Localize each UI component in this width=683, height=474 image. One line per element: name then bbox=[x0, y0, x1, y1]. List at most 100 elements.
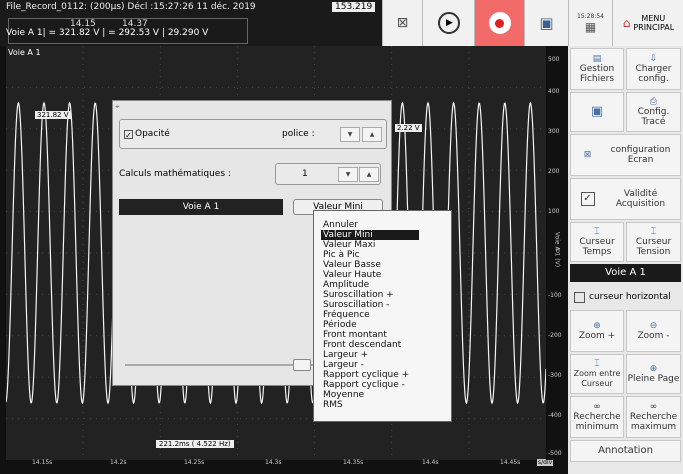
recherche-maximum-button[interactable]: ∞ Recherche maximum bbox=[626, 396, 681, 438]
record-title: File_Record_0112: (200µs) Décl :15:27:26… bbox=[6, 2, 256, 12]
menu-item[interactable]: Annuler bbox=[314, 220, 451, 230]
validite-label: Validité Acquisition bbox=[615, 189, 666, 209]
voie-selector[interactable]: Voie A 1 bbox=[570, 264, 681, 282]
config-trace-button[interactable]: ⎙ Config. Tracé bbox=[626, 92, 681, 132]
menu-item[interactable]: Valeur Basse bbox=[314, 260, 451, 270]
time-cursor-icon: ⌶ bbox=[594, 227, 600, 237]
curseur-temps-button[interactable]: ⌶ Curseur Temps bbox=[570, 222, 624, 262]
curseur-horizontal-label: curseur horizontal bbox=[589, 292, 671, 302]
y-tick: 300 bbox=[548, 128, 560, 135]
screen-icon: ⊠ bbox=[583, 150, 592, 160]
validite-acquisition-button[interactable]: ✓ Validité Acquisition bbox=[570, 178, 681, 220]
record-icon bbox=[488, 12, 511, 34]
pleine-page-button[interactable]: ⊕ Pleine Page bbox=[626, 354, 681, 394]
binoculars-icon: ∞ bbox=[593, 402, 601, 412]
zoom-entre-label: Zoom entre Curseur bbox=[573, 369, 621, 388]
calculator-icon: ▦ bbox=[584, 19, 597, 34]
x-tick: 14.25s bbox=[184, 459, 205, 466]
channel-label: Voie A 1 bbox=[8, 48, 41, 57]
menu-item[interactable]: Valeur Mini bbox=[321, 230, 419, 240]
export-button[interactable]: ⊠ bbox=[382, 0, 422, 46]
menu-item[interactable]: Valeur Maxi bbox=[314, 240, 451, 250]
play-button[interactable]: ▶ bbox=[422, 0, 474, 46]
zoom-plus-button[interactable]: ⊕ Zoom + bbox=[570, 310, 624, 352]
sidebar: ▤ Gestion Fichiers ⇩ Charger config. ▣ ⎙ Co… bbox=[568, 46, 683, 474]
voie-field[interactable]: Voie A 1 bbox=[119, 199, 283, 215]
record-button[interactable] bbox=[474, 0, 524, 46]
menu-item[interactable]: Largeur - bbox=[314, 360, 451, 370]
x-tick: 14.3s bbox=[265, 459, 282, 466]
disk-icon: ▣ bbox=[590, 104, 604, 119]
checkbox-icon bbox=[574, 291, 585, 303]
opacity-slider-track[interactable] bbox=[125, 364, 315, 366]
curseur-horizontal-toggle[interactable]: curseur horizontal bbox=[570, 286, 681, 308]
curseur-temps-label: Curseur Temps bbox=[579, 237, 615, 257]
save-button[interactable]: ▣ bbox=[524, 0, 568, 46]
calculs-down-button[interactable]: ▼ bbox=[338, 167, 358, 182]
opacite-label: Opacité bbox=[135, 129, 170, 139]
menu-item[interactable]: Pic à Pic bbox=[314, 250, 451, 260]
police-label: police : bbox=[282, 129, 315, 139]
y-tick: 200 bbox=[548, 168, 560, 175]
menu-item[interactable]: Suroscillation - bbox=[314, 300, 451, 310]
curseur-tension-button[interactable]: ⌶ Curseur Tension bbox=[626, 222, 681, 262]
drag-handle-icon[interactable]: ⌖ bbox=[115, 102, 120, 112]
y-tick: -300 bbox=[548, 372, 562, 379]
gestion-fichiers-button[interactable]: ▤ Gestion Fichiers bbox=[570, 48, 624, 90]
annotation-button[interactable]: Annotation bbox=[570, 440, 681, 462]
menu-item[interactable]: Rapport cyclique - bbox=[314, 380, 451, 390]
opacity-slider-thumb[interactable] bbox=[293, 359, 311, 371]
save-config-button[interactable]: ▣ bbox=[570, 92, 624, 132]
voltage-cursor-icon: ⌶ bbox=[650, 227, 657, 237]
y-tick: 500 bbox=[548, 56, 560, 63]
home-icon: ⌂ bbox=[622, 16, 631, 30]
clock-button[interactable]: 15:28:54 ▦ bbox=[568, 0, 612, 46]
recherche-min-label: Recherche minimum bbox=[573, 412, 621, 432]
police-down-button[interactable]: ▼ bbox=[340, 127, 360, 142]
y-tick: -200 bbox=[548, 332, 562, 339]
zoom-in-icon: ⊕ bbox=[593, 321, 601, 331]
pleine-page-label: Pleine Page bbox=[627, 374, 680, 384]
menu-item[interactable]: Fréquence bbox=[314, 310, 451, 320]
menu-item[interactable]: Largeur + bbox=[314, 350, 451, 360]
y-tick: 400 bbox=[548, 88, 560, 95]
zoom-entre-curseur-button[interactable]: ⌶ Zoom entre Curseur bbox=[570, 354, 624, 394]
zoom-out-icon: ⊖ bbox=[649, 321, 658, 331]
zoom-minus-button[interactable]: ⊖ Zoom - bbox=[626, 310, 681, 352]
calc-type-menu: Annuler Valeur Mini Valeur Maxi Pic à Pic Va… bbox=[313, 210, 452, 422]
y-axis-scale: 500 400 300 200 100 0 -100 -200 -300 -40… bbox=[546, 46, 568, 460]
tag-right: 2.22 V bbox=[395, 124, 422, 132]
config-ecran-button[interactable]: ⊠ configuration Ecran bbox=[570, 134, 681, 176]
calculs-up-button[interactable]: ▲ bbox=[359, 167, 379, 182]
save-icon: ▣ bbox=[539, 14, 554, 32]
menu-item[interactable]: RMS bbox=[314, 400, 451, 410]
check-icon: ✓ bbox=[580, 192, 595, 206]
menu-item[interactable]: Valeur Haute bbox=[314, 270, 451, 280]
y-tick: -500 bbox=[548, 450, 562, 457]
menu-item[interactable]: Front descendant bbox=[314, 340, 451, 350]
menu-item[interactable]: Amplitude bbox=[314, 280, 451, 290]
cursor-readout: Voie A 1| = 321.82 V | = 292.53 V | 29.2… bbox=[6, 28, 209, 38]
y-axis-label: Voie A 1 (V) bbox=[553, 231, 561, 268]
header-value: 153.219 bbox=[332, 2, 376, 12]
menu-item[interactable]: Suroscillation + bbox=[314, 290, 451, 300]
printer-icon: ⎙ bbox=[649, 97, 658, 107]
x-tick: 14.35s bbox=[343, 459, 364, 466]
export-icon: ⊠ bbox=[396, 15, 409, 31]
opacite-checkbox[interactable]: ✓ bbox=[124, 130, 133, 140]
recherche-minimum-button[interactable]: ∞ Recherche minimum bbox=[570, 396, 624, 438]
y-tick: -100 bbox=[548, 292, 562, 299]
config-trace-label: Config. Tracé bbox=[637, 107, 670, 127]
zoom-cursor-icon: ⌶ bbox=[594, 359, 600, 369]
main-menu-button[interactable]: ⌂ MENU PRINCIPAL bbox=[612, 0, 683, 46]
calculs-spinner: 1 ▼ ▲ bbox=[275, 163, 381, 185]
x-tick: 14.15s bbox=[32, 459, 53, 466]
police-up-button[interactable]: ▲ bbox=[362, 127, 382, 142]
menu-item[interactable]: Moyenne bbox=[314, 390, 451, 400]
menu-item[interactable]: Rapport cyclique + bbox=[314, 370, 451, 380]
x-unit: s/div bbox=[537, 459, 554, 466]
charger-config-button[interactable]: ⇩ Charger config. bbox=[626, 48, 681, 90]
calculs-value: 1 bbox=[302, 169, 308, 179]
menu-item[interactable]: Front montant bbox=[314, 330, 451, 340]
menu-item[interactable]: Période bbox=[314, 320, 451, 330]
